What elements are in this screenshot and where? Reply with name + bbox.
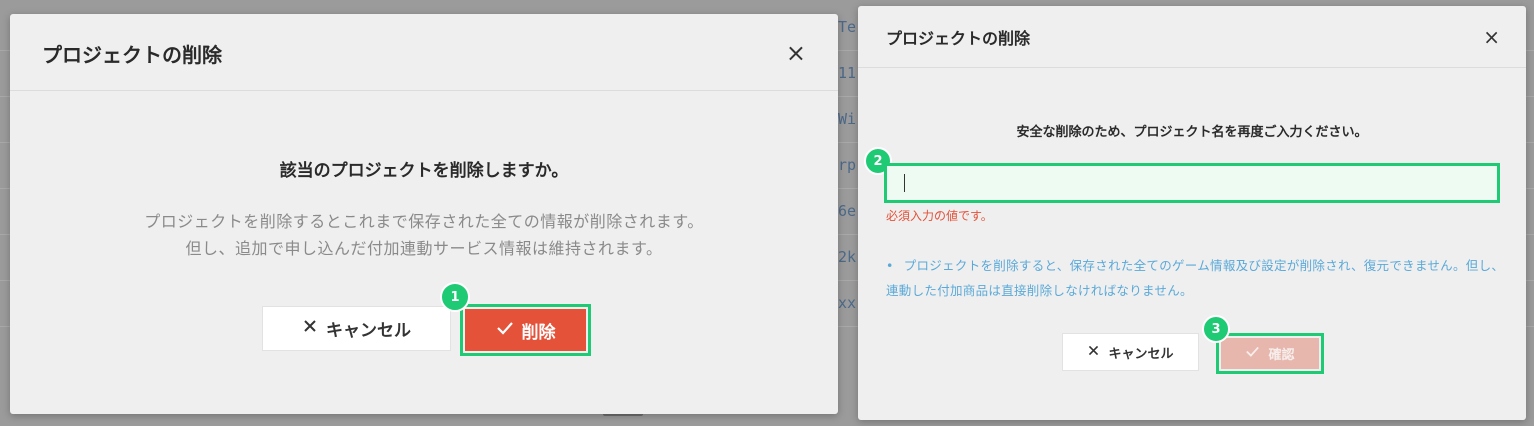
deletion-notice: • プロジェクトを削除すると、保存された全てのゲーム情報及び設定が削除され、復元で… bbox=[886, 253, 1506, 303]
step-badge: 1 bbox=[440, 282, 470, 312]
confirm-button-label: 確認 bbox=[1268, 348, 1295, 363]
cancel-button[interactable]: キャンセル bbox=[262, 306, 451, 351]
cancel-button-label: キャンセル bbox=[1108, 346, 1174, 362]
required-error-message: 必須入力の値です。 bbox=[886, 209, 993, 223]
background-text-fragment: 11 bbox=[838, 64, 857, 82]
confirm-instruction: 安全な削除のため、プロジェクト名を再度ご入力ください。 bbox=[1016, 125, 1368, 140]
check-icon bbox=[1245, 345, 1260, 362]
project-name-input[interactable] bbox=[887, 166, 1497, 200]
background-text-fragment: 6e bbox=[838, 202, 857, 220]
check-icon bbox=[496, 320, 514, 341]
close-icon[interactable]: × bbox=[786, 41, 806, 65]
deletion-notice-text: プロジェクトを削除すると、保存された全てのゲーム情報及び設定が削除され、復元でき… bbox=[886, 258, 1505, 298]
confirm-button-highlight: 確認 bbox=[1216, 333, 1324, 374]
dialog-title: プロジェクトの削除 bbox=[42, 43, 222, 67]
delete-button-highlight: 削除 bbox=[460, 304, 591, 356]
cancel-button-label: キャンセル bbox=[326, 321, 411, 341]
delete-button-label: 削除 bbox=[521, 322, 556, 343]
background-text-fragment: xx bbox=[838, 294, 857, 312]
background-text-fragment: Te bbox=[838, 18, 857, 36]
delete-description-line2: 但し、追加で申し込んだ付加連動サービス情報は維持されます。 bbox=[185, 239, 663, 258]
background-text-fragment: Wi bbox=[838, 110, 857, 128]
x-icon bbox=[302, 318, 318, 339]
delete-button[interactable]: 削除 bbox=[465, 309, 586, 351]
delete-question: 該当のプロジェクトを削除しますか。 bbox=[279, 161, 569, 181]
x-icon bbox=[1087, 344, 1100, 361]
dialog-header: プロジェクトの削除 × bbox=[10, 14, 838, 91]
step-badge: 3 bbox=[1202, 315, 1230, 343]
dialog-title: プロジェクトの削除 bbox=[886, 29, 1031, 48]
project-name-field-highlight bbox=[884, 163, 1500, 203]
dialog-header: プロジェクトの削除 × bbox=[858, 6, 1526, 68]
confirm-button[interactable]: 確認 bbox=[1221, 338, 1319, 369]
close-icon[interactable]: × bbox=[1483, 27, 1500, 47]
delete-project-dialog: プロジェクトの削除 × 該当のプロジェクトを削除しますか。 プロジェクトを削除す… bbox=[10, 14, 838, 414]
delete-description-line1: プロジェクトを削除するとこれまで保存された全ての情報が削除されます。 bbox=[144, 212, 704, 231]
background-text-fragment: rp bbox=[838, 156, 857, 174]
text-cursor bbox=[904, 174, 905, 192]
bullet-icon: • bbox=[886, 258, 894, 273]
background-text-fragment: 2k bbox=[838, 248, 857, 266]
cancel-button[interactable]: キャンセル bbox=[1062, 333, 1199, 371]
confirm-project-name-dialog: プロジェクトの削除 × 安全な削除のため、プロジェクト名を再度ご入力ください。 … bbox=[858, 6, 1526, 420]
